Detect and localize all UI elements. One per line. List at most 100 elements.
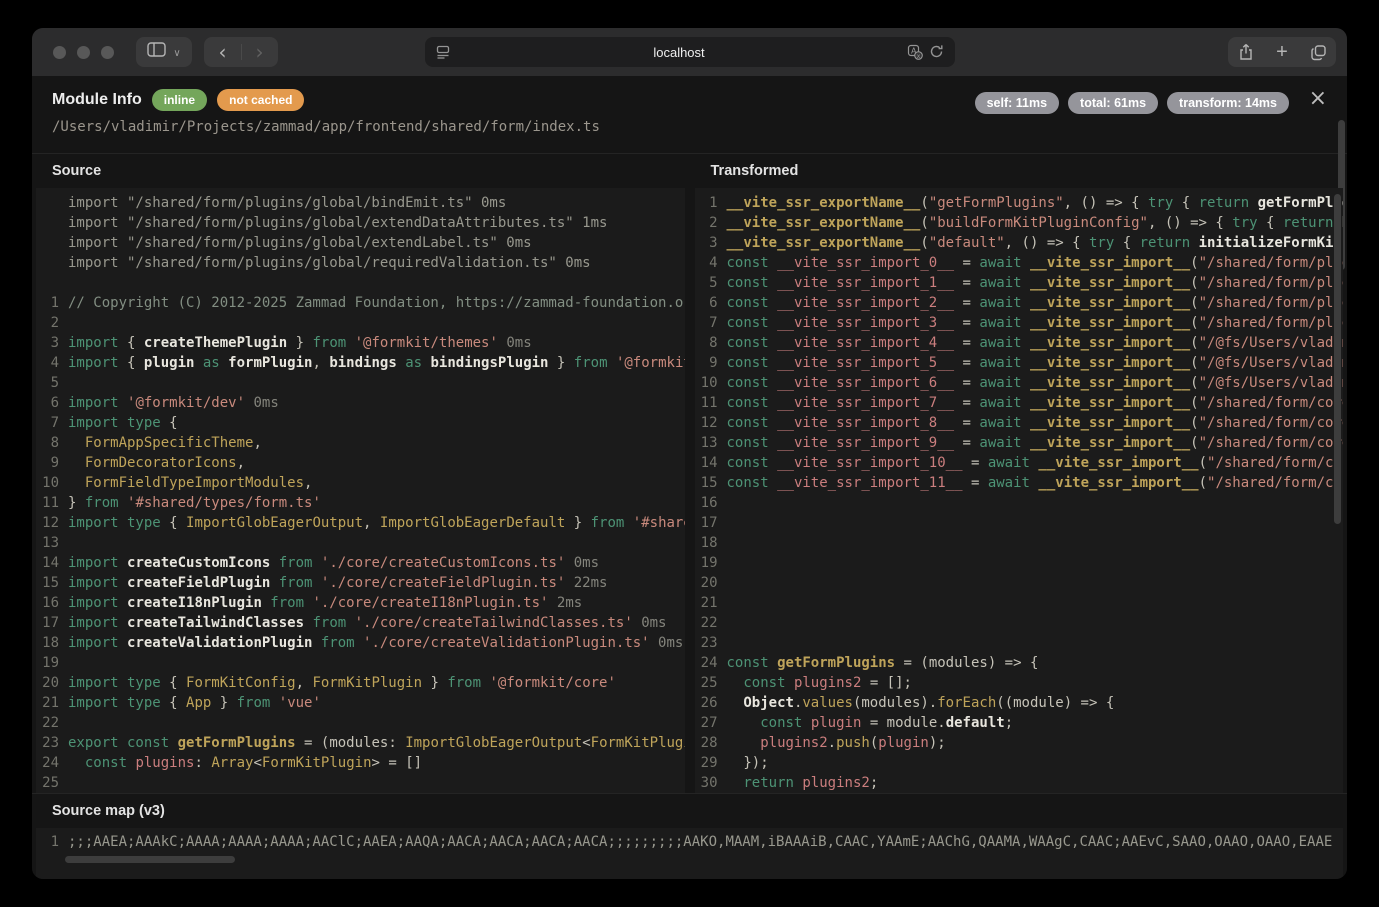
tab-overview-button[interactable]	[1300, 37, 1336, 67]
code-line: 15import createFieldPlugin from './core/…	[36, 573, 685, 593]
code-line: import "/shared/form/plugins/global/bind…	[36, 193, 685, 213]
line-number: 8	[695, 333, 727, 353]
new-tab-button[interactable]: +	[1264, 37, 1300, 67]
code-line: 25 const plugins2 = [];	[695, 673, 1344, 693]
line-number: 27	[695, 713, 727, 733]
minimize-window-button[interactable]	[77, 46, 90, 59]
code-line: 19	[36, 653, 685, 673]
code-line: 1// Copyright (C) 2012-2025 Zammad Found…	[36, 293, 685, 313]
line-number	[36, 213, 68, 233]
source-panel-title: Source	[36, 154, 685, 188]
sourcemap-title: Source map (v3)	[32, 794, 1347, 828]
desktop-background: ∨ ‹ › localhost Ax	[0, 0, 1379, 907]
line-number: 2	[695, 213, 727, 233]
line-number: 10	[36, 473, 68, 493]
line-number: 7	[36, 413, 68, 433]
line-number: 6	[695, 293, 727, 313]
code-line: 24const getFormPlugins = (modules) => {	[695, 653, 1344, 673]
code-line: 20	[695, 573, 1344, 593]
code-line: 21	[695, 593, 1344, 613]
code-line: 14import createCustomIcons from './core/…	[36, 553, 685, 573]
code-line: 4import { plugin as formPlugin, bindings…	[36, 353, 685, 373]
reload-icon[interactable]	[929, 44, 945, 60]
line-number: 15	[695, 473, 727, 493]
line-number: 18	[695, 533, 727, 553]
code-line: 12const __vite_ssr_import_8__ = await __…	[695, 413, 1344, 433]
code-line: 14const __vite_ssr_import_10__ = await _…	[695, 453, 1344, 473]
browser-toolbar: ∨ ‹ › localhost Ax	[32, 28, 1347, 76]
toolbar-right-buttons: +	[1228, 37, 1336, 67]
line-number: 1	[695, 193, 727, 213]
address-bar[interactable]: localhost Ax	[425, 37, 955, 67]
line-number: 9	[695, 353, 727, 373]
total-time-badge: total: 61ms	[1068, 92, 1158, 114]
line-number: 23	[36, 733, 68, 753]
code-line: import "/shared/form/plugins/global/exte…	[36, 233, 685, 253]
url-text: localhost	[451, 45, 907, 60]
sourcemap-section: Source map (v3) 1;;;AAEA;AAAkC;AAAA;AAAA…	[32, 793, 1347, 879]
sidebar-toggle-button[interactable]: ∨	[136, 37, 192, 67]
line-number	[36, 193, 68, 213]
code-line: 8const __vite_ssr_import_4__ = await __v…	[695, 333, 1344, 353]
line-number: 28	[695, 733, 727, 753]
line-number: 25	[36, 773, 68, 793]
zoom-window-button[interactable]	[101, 46, 114, 59]
line-number: 8	[36, 433, 68, 453]
code-line: 6const __vite_ssr_import_2__ = await __v…	[695, 293, 1344, 313]
line-number: 30	[695, 773, 727, 793]
line-number: 29	[695, 753, 727, 773]
code-line: 18	[695, 533, 1344, 553]
code-panels: Source import "/shared/form/plugins/glob…	[32, 153, 1347, 793]
code-line: 11} from '#shared/types/form.ts'	[36, 493, 685, 513]
sourcemap-horizontal-scrollbar[interactable]	[65, 856, 235, 863]
line-number: 22	[36, 713, 68, 733]
code-line: 17import createTailwindClasses from './c…	[36, 613, 685, 633]
window-controls	[53, 46, 114, 59]
transformed-code-editor[interactable]: 1__vite_ssr_exportName__("getFormPlugins…	[695, 188, 1344, 793]
sourcemap-code-wrap: 1;;;AAEA;AAAkC;AAAA;AAAA;AAAA;AAClC;AAEA…	[36, 828, 1343, 879]
module-info-header: Module Info inline not cached self: 11ms…	[32, 76, 1347, 153]
line-number: 13	[695, 433, 727, 453]
forward-button[interactable]: ›	[241, 37, 278, 67]
line-number: 16	[695, 493, 727, 513]
back-button[interactable]: ‹	[204, 37, 241, 67]
line-number	[36, 273, 68, 293]
transform-time-badge: transform: 14ms	[1167, 92, 1289, 114]
code-line: 23	[695, 633, 1344, 653]
line-number: 1	[36, 293, 68, 313]
code-line: 10const __vite_ssr_import_6__ = await __…	[695, 373, 1344, 393]
line-number: 19	[36, 653, 68, 673]
module-inspector-page: Module Info inline not cached self: 11ms…	[32, 76, 1347, 879]
code-line: 21import type { App } from 'vue'	[36, 693, 685, 713]
code-line	[36, 273, 685, 293]
translate-icon[interactable]: Ax	[907, 44, 923, 60]
line-number: 11	[695, 393, 727, 413]
inline-badge: inline	[152, 89, 207, 111]
code-line: 23export const getFormPlugins = (modules…	[36, 733, 685, 753]
line-number: 20	[695, 573, 727, 593]
transformed-panel: Transformed 1__vite_ssr_exportName__("ge…	[695, 154, 1344, 793]
code-line: 4const __vite_ssr_import_0__ = await __v…	[695, 253, 1344, 273]
not-cached-badge: not cached	[217, 89, 304, 111]
line-number: 3	[695, 233, 727, 253]
close-window-button[interactable]	[53, 46, 66, 59]
line-number: 3	[36, 333, 68, 353]
close-icon[interactable]: ×	[1309, 88, 1327, 110]
line-number: 17	[36, 613, 68, 633]
line-number: 16	[36, 593, 68, 613]
line-number: 5	[36, 373, 68, 393]
sourcemap-code[interactable]: 1;;;AAEA;AAAkC;AAAA;AAAA;AAAA;AAClC;AAEA…	[36, 828, 1343, 852]
share-button[interactable]	[1228, 37, 1264, 67]
code-line: 20import type { FormKitConfig, FormKitPl…	[36, 673, 685, 693]
line-number: 25	[695, 673, 727, 693]
reader-icon[interactable]	[435, 44, 451, 60]
source-code-editor[interactable]: import "/shared/form/plugins/global/bind…	[36, 188, 685, 793]
line-number: 26	[695, 693, 727, 713]
line-number: 9	[36, 453, 68, 473]
code-line: 7import type {	[36, 413, 685, 433]
code-line: 26 Object.values(modules).forEach((modul…	[695, 693, 1344, 713]
code-line: 3import { createThemePlugin } from '@for…	[36, 333, 685, 353]
code-line: 6import '@formkit/dev' 0ms	[36, 393, 685, 413]
code-line: 10 FormFieldTypeImportModules,	[36, 473, 685, 493]
transformed-vertical-scrollbar[interactable]	[1334, 194, 1341, 524]
